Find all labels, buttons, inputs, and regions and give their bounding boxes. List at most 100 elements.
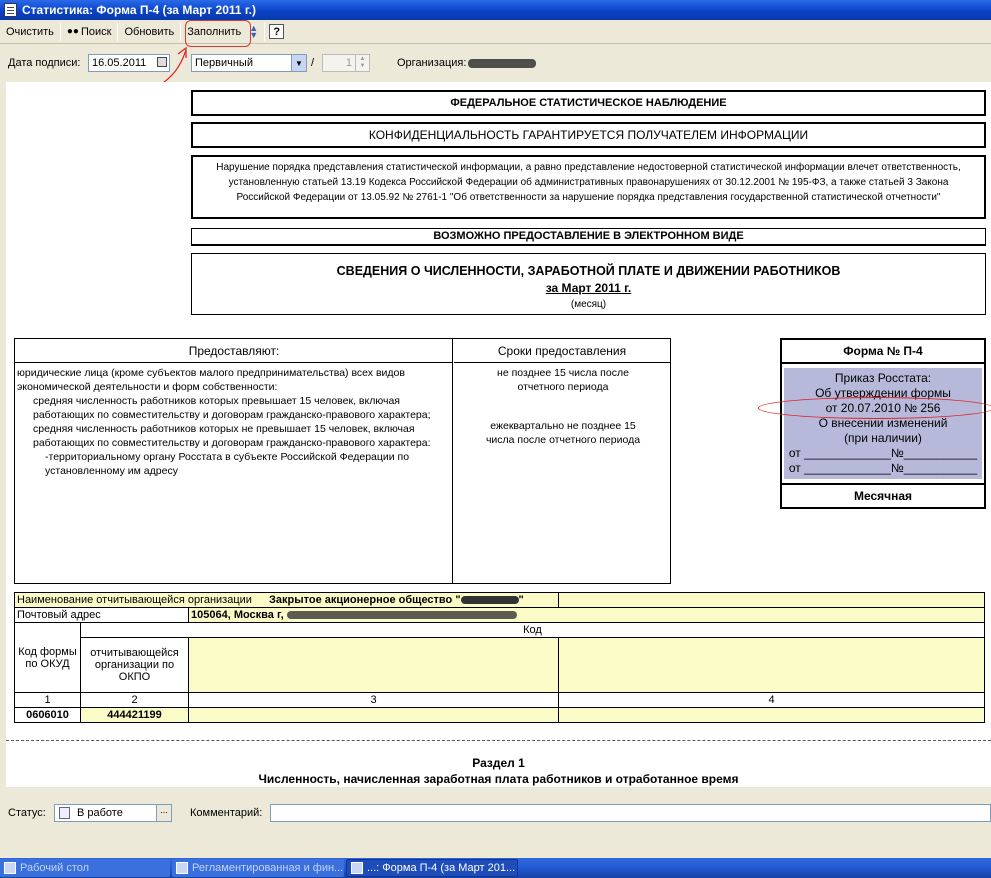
select-button[interactable]: ... — [156, 805, 171, 821]
providers-header: Предоставляют: — [15, 339, 453, 363]
document-icon — [59, 807, 70, 819]
okud-value: 0606010 — [14, 707, 81, 723]
code-value-3[interactable] — [188, 707, 559, 723]
report-type-select[interactable]: Первичный ▼ — [191, 54, 307, 72]
federal-header: ФЕДЕРАЛЬНОЕ СТАТИСТИЧЕСКОЕ НАБЛЮДЕНИЕ — [191, 90, 986, 116]
correction-number-field[interactable]: 1 ▲ ▼ — [322, 54, 370, 72]
legal-warning: Нарушение порядка представления статисти… — [191, 155, 986, 219]
organization-table: Наименование отчитывающейся организации … — [14, 592, 985, 723]
form-title: СВЕДЕНИЯ О ЧИСЛЕННОСТИ, ЗАРАБОТНОЙ ПЛАТЕ… — [336, 264, 841, 278]
organization-label: Организация: — [397, 57, 467, 69]
period-caption: (месяц) — [570, 299, 607, 310]
org-name-redacted — [460, 596, 519, 605]
chevron-down-icon[interactable]: ▼ — [291, 55, 306, 71]
address-text: 105064, Москва г, — [191, 609, 284, 621]
form-period: за Март 2011 г. — [545, 281, 632, 295]
desktop-icon — [4, 862, 16, 874]
okpo-header: отчитывающейся организации по ОКПО — [80, 637, 189, 693]
report-type-value: Первичный — [195, 57, 253, 69]
taskbar-label: Рабочий стол — [20, 862, 90, 874]
order-details: Приказ Росстата: Об утверждении формы от… — [784, 368, 982, 479]
window-titlebar[interactable]: Статистика: Форма П-4 (за Март 2011 г.) — [0, 0, 991, 20]
col-num-3: 3 — [188, 692, 559, 708]
help-button[interactable]: ? — [269, 24, 285, 39]
header-fields: Дата подписи: 16.05.2011 Первичный ▼ / 1… — [0, 52, 991, 74]
order-line: от _____________№___________ — [788, 461, 978, 475]
organization-redacted — [468, 59, 536, 68]
order-line: Приказ Росстата: — [834, 371, 932, 385]
order-annotation-circle — [758, 397, 991, 419]
window-icon — [351, 862, 363, 874]
correction-number-value: 1 — [345, 57, 352, 69]
address-label: Почтовый адрес — [14, 607, 189, 623]
window-title: Статистика: Форма П-4 (за Март 2011 г.) — [22, 3, 257, 17]
form-number: Форма № П-4 — [782, 340, 984, 364]
electronic-notice: ВОЗМОЖНО ПРЕДОСТАВЛЕНИЕ В ЭЛЕКТРОННОМ ВИ… — [191, 228, 986, 246]
spinner-icon[interactable]: ▲ ▼ — [355, 55, 369, 71]
taskbar-item-reports[interactable]: Регламентированная и фин... — [172, 859, 344, 877]
code-col-4[interactable] — [558, 637, 985, 693]
status-field[interactable]: В работе ... — [54, 804, 172, 822]
code-col-3[interactable] — [188, 637, 559, 693]
sign-date-label: Дата подписи: — [8, 57, 81, 69]
refresh-button[interactable]: Обновить — [120, 22, 178, 42]
search-button-label: Поиск — [80, 25, 112, 38]
col-num-2: 2 — [80, 692, 189, 708]
taskbar: Рабочий стол Регламентированная и фин...… — [0, 858, 991, 878]
slash-separator: / — [311, 57, 315, 69]
providers-table: Предоставляют: Сроки предоставления юрид… — [14, 338, 671, 584]
col-num-1: 1 — [14, 692, 81, 708]
provider-line: средняя численность работников которых п… — [33, 395, 431, 421]
org-name-row: Наименование отчитывающейся организации … — [14, 592, 559, 608]
clear-button[interactable]: Очистить — [2, 22, 58, 42]
toolbar-separator — [264, 22, 266, 41]
toolbar-separator — [180, 22, 182, 41]
sign-date-value: 16.05.2011 — [92, 57, 147, 69]
status-label: Статус: — [8, 807, 46, 819]
provider-line: -территориальному органу Росстата в субъ… — [45, 451, 410, 477]
address-redacted — [286, 611, 517, 620]
frequency-label: Месячная — [782, 483, 984, 507]
deadline-line: не позднее 15 числа после отчетного пери… — [497, 367, 629, 393]
okpo-value[interactable]: 444421199 — [80, 707, 189, 723]
deadline-text: не позднее 15 числа после отчетного пери… — [455, 366, 671, 447]
provider-line: средняя численность работников которых н… — [33, 423, 431, 449]
calendar-icon[interactable] — [157, 57, 167, 67]
taskbar-item-desktop[interactable]: Рабочий стол — [0, 859, 170, 877]
status-value: В работе — [77, 807, 123, 819]
toolbar-separator — [117, 22, 119, 41]
comment-input[interactable] — [270, 804, 991, 822]
comment-label: Комментарий: — [190, 807, 263, 819]
sign-date-field[interactable]: 16.05.2011 — [88, 54, 170, 72]
section-subtitle: Численность, начисленная заработная плат… — [258, 772, 739, 786]
document-icon — [4, 3, 17, 17]
toolbar-separator — [59, 22, 61, 41]
order-line: от _____________№___________ — [788, 446, 978, 460]
org-name-value[interactable]: Закрытое акционерное общество " " — [269, 594, 524, 606]
status-bar: Статус: В работе ... Комментарий: — [0, 800, 991, 826]
org-name-label: Наименование отчитывающейся организации — [17, 594, 252, 606]
providers-text: юридические лица (кроме субъектов малого… — [17, 366, 449, 478]
provider-line: юридические лица (кроме субъектов малого… — [17, 367, 405, 393]
confidential-header: КОНФИДЕНЦИАЛЬНОСТЬ ГАРАНТИРУЕТСЯ ПОЛУЧАТ… — [191, 122, 986, 148]
binoculars-icon: ●● — [66, 26, 79, 37]
taskbar-label: Регламентированная и фин... — [192, 862, 344, 874]
section-title: Раздел 1 — [472, 756, 525, 770]
window-icon — [176, 862, 188, 874]
address-value[interactable]: 105064, Москва г, — [188, 607, 985, 623]
org-name-text: Закрытое акционерное общество " — [269, 594, 461, 606]
deadline-header: Сроки предоставления — [454, 339, 670, 363]
col-num-4: 4 — [558, 692, 985, 708]
org-name-quote: " — [518, 594, 524, 606]
taskbar-label: ...: Форма П-4 (за Март 201... — [367, 862, 516, 874]
code-header: Код — [80, 622, 985, 638]
form-title-box: СВЕДЕНИЯ О ЧИСЛЕННОСТИ, ЗАРАБОТНОЙ ПЛАТЕ… — [191, 253, 986, 315]
org-name-extra — [558, 592, 985, 608]
order-line: (при наличии) — [844, 431, 922, 445]
form-number-box: Форма № П-4 Приказ Росстата: Об утвержде… — [780, 338, 986, 509]
search-button[interactable]: ●● Поиск — [63, 22, 116, 42]
code-value-4[interactable] — [558, 707, 985, 723]
deadline-line: ежеквартально не позднее 15 числа после … — [485, 420, 641, 446]
taskbar-item-form[interactable]: ...: Форма П-4 (за Март 201... — [346, 859, 518, 877]
section-divider — [6, 740, 991, 741]
